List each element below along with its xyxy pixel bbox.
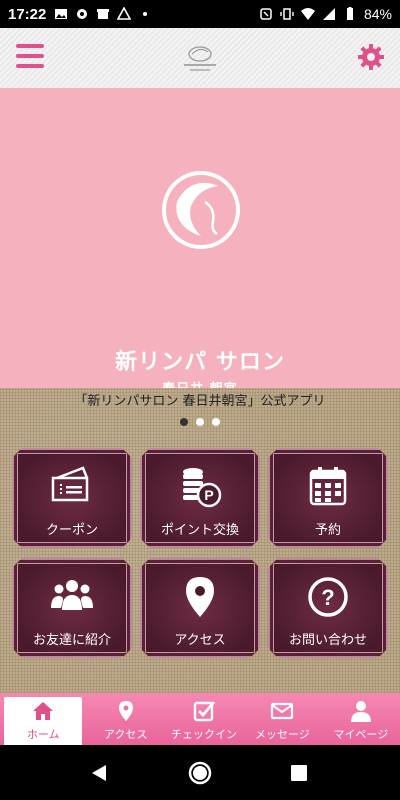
hero-title: 新リンパ サロン — [115, 350, 285, 375]
tile-label: ポイント交換 — [160, 523, 239, 538]
settings-notification-icon — [77, 9, 88, 19]
status-bar: 17:22 84% — [0, 0, 400, 28]
battery-percent: 84% — [363, 6, 392, 22]
drive-icon — [117, 7, 132, 20]
group-icon — [49, 574, 95, 620]
nav-checkin[interactable]: チェックイン — [165, 693, 243, 745]
question-icon: ? — [305, 574, 351, 620]
ticket-icon — [49, 464, 95, 510]
image-icon — [55, 9, 68, 19]
svg-text:?: ? — [321, 585, 334, 610]
person-icon — [350, 701, 371, 722]
face-logo-icon — [162, 171, 240, 249]
envelope-icon — [271, 702, 294, 720]
nfc-icon — [260, 8, 272, 20]
carousel-dot[interactable] — [180, 418, 188, 426]
battery-icon — [346, 7, 353, 20]
map-pin-icon — [118, 701, 133, 721]
nav-label: マイページ — [333, 728, 389, 741]
menu-tiles: クーポン P ポイント交換 予約 お友達に紹介 アクセス ? お問い合わせ — [12, 448, 388, 658]
checkbox-icon — [193, 701, 216, 722]
nav-label: ホーム — [26, 728, 60, 741]
nav-message[interactable]: メッセージ — [243, 693, 321, 745]
nav-home[interactable]: ホーム — [4, 697, 83, 745]
reservation-tile[interactable]: 予約 — [268, 448, 388, 548]
map-pin-icon — [177, 574, 223, 620]
home-button-icon[interactable] — [188, 761, 212, 785]
access-tile[interactable]: アクセス — [140, 558, 260, 658]
app-header — [0, 28, 400, 88]
refer-friend-tile[interactable]: お友達に紹介 — [12, 558, 132, 658]
hero-banner: 新リンパ サロン 春日井 朝宮 — [0, 88, 400, 397]
recent-apps-icon[interactable] — [290, 764, 308, 782]
wifi-icon — [300, 8, 315, 20]
carousel-dot[interactable] — [196, 418, 204, 426]
tile-label: アクセス — [174, 633, 226, 648]
tile-label: クーポン — [45, 523, 98, 538]
tile-label: お問い合わせ — [288, 633, 367, 648]
coupon-tile[interactable]: クーポン — [12, 448, 132, 548]
carousel-dot[interactable] — [212, 418, 220, 426]
coin-stack-icon: P — [177, 464, 223, 510]
home-icon — [33, 702, 54, 720]
salon-logo — [184, 46, 216, 71]
gear-icon[interactable] — [356, 42, 386, 72]
vibrate-icon — [280, 8, 294, 20]
inquiry-tile[interactable]: ? お問い合わせ — [268, 558, 388, 658]
main-content: 「新リンパサロン 春日井朝宮」公式アプリ クーポン P ポイント交換 予約 お友… — [0, 388, 400, 693]
nav-mypage[interactable]: マイページ — [322, 693, 400, 745]
carousel-indicator — [0, 418, 400, 426]
hamburger-menu-icon[interactable] — [16, 44, 44, 70]
nav-access[interactable]: アクセス — [86, 693, 164, 745]
bottom-nav: ホーム アクセス チェックイン メッセージ マイページ — [0, 693, 400, 745]
tile-label: 予約 — [314, 523, 341, 538]
dot-icon — [143, 12, 148, 16]
system-nav-bar — [0, 745, 400, 800]
nav-label: アクセス — [103, 728, 148, 741]
status-right: 84% — [259, 6, 392, 22]
point-exchange-tile[interactable]: P ポイント交換 — [140, 448, 260, 548]
app-caption: 「新リンパサロン 春日井朝宮」公式アプリ — [74, 394, 326, 409]
calendar-icon — [305, 464, 351, 510]
store-icon — [97, 9, 110, 19]
svg-text:P: P — [204, 487, 213, 503]
signal-icon — [322, 8, 335, 20]
notification-icons — [54, 7, 152, 21]
nav-label: メッセージ — [255, 728, 310, 741]
back-icon[interactable] — [90, 763, 110, 783]
tile-label: お友達に紹介 — [32, 633, 111, 648]
status-time: 17:22 — [8, 5, 47, 23]
nav-label: チェックイン — [171, 728, 238, 741]
